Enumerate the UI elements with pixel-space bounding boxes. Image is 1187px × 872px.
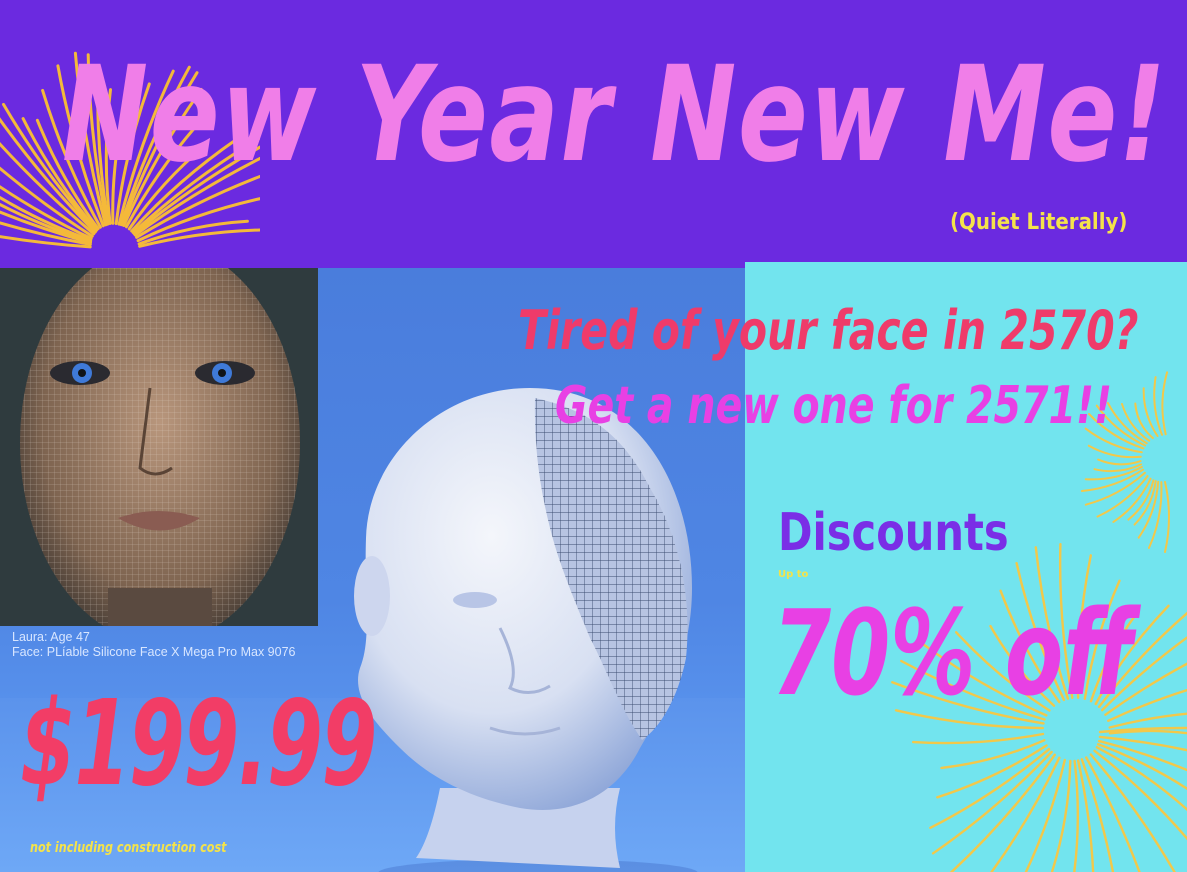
top-banner: New Year New Me! (Quiet Literally) (0, 0, 1187, 268)
firework-streak (949, 753, 1056, 872)
firework-streak (936, 744, 1048, 799)
firework-streak (1108, 729, 1187, 735)
firework-streak (1127, 479, 1155, 521)
firework-streak (1089, 753, 1176, 872)
sub-headline: (Quiet Literally) (950, 210, 1128, 235)
firework-streak (1164, 481, 1170, 553)
firework-streak (1161, 371, 1169, 436)
firework-streak (929, 748, 1051, 829)
face-illustration (0, 268, 318, 626)
firework-streak (940, 739, 1046, 770)
tagline-tired: Tired of your face in 2570? (518, 299, 1139, 362)
firework-streak (1076, 759, 1095, 872)
caption-line-2: Face: PLíable Silicone Face X Mega Pro M… (12, 645, 296, 659)
mannequin-head-image (354, 388, 698, 872)
caption-line-1: Laura: Age 47 (12, 630, 90, 644)
price-note: not including construction cost (30, 840, 227, 856)
discount-amount: 70% off (772, 584, 1135, 722)
firework-streak (912, 732, 1045, 745)
portrait-image (0, 268, 318, 626)
firework-streak (1153, 376, 1163, 436)
price: $199.99 (20, 674, 377, 812)
portrait-caption: Laura: Age 47 Face: PLíable Silicone Fac… (12, 630, 295, 660)
tagline-new-one: Get a new one for 2571!! (555, 376, 1113, 436)
firework-streak (1073, 759, 1080, 872)
firework-streak (1097, 458, 1142, 466)
headline: New Year New Me! (62, 38, 1168, 192)
discounts-heading: Discounts (778, 503, 1009, 563)
